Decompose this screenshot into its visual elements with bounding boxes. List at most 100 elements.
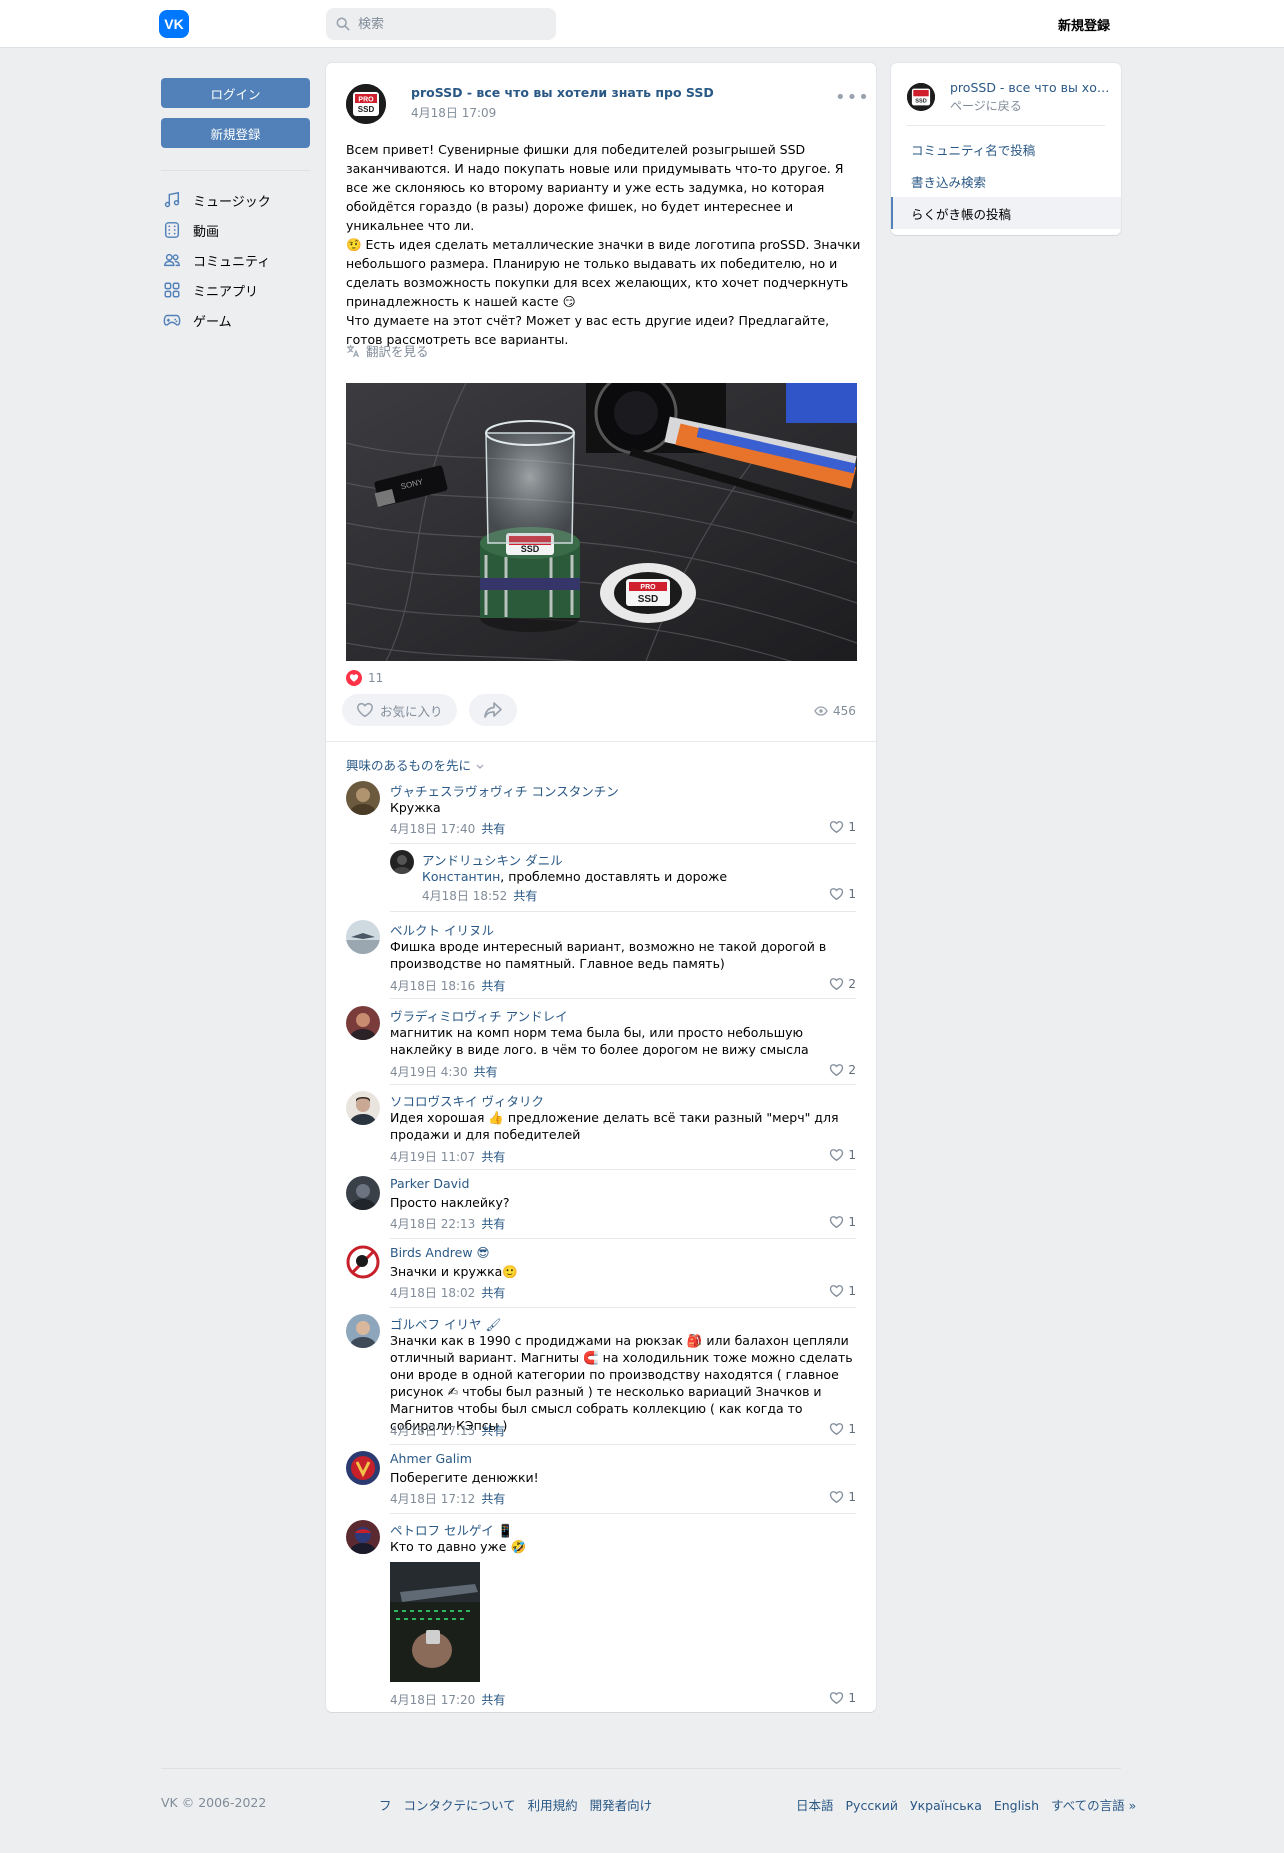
avatar[interactable] bbox=[346, 920, 380, 954]
comment-author-link[interactable]: ベルクト イリヌル bbox=[390, 920, 494, 939]
sidebar-item-label: ゲーム bbox=[193, 314, 232, 330]
avatar[interactable] bbox=[390, 850, 414, 874]
footer-link-terms[interactable]: 利用規約 bbox=[528, 1798, 578, 1813]
comment-like-button[interactable]: 1 bbox=[829, 887, 856, 901]
reply-link[interactable]: 共有 bbox=[481, 1150, 505, 1164]
header-register-link[interactable]: 新規登録 bbox=[1058, 15, 1110, 34]
comment-like-button[interactable]: 1 bbox=[829, 1422, 856, 1436]
reply-link[interactable]: 共有 bbox=[481, 822, 505, 836]
community-avatar[interactable]: SSD bbox=[907, 83, 935, 111]
comment-like-button[interactable]: 1 bbox=[829, 1215, 856, 1229]
likes-count: 11 bbox=[368, 671, 384, 685]
comment-date[interactable]: 4月18日 17:15 bbox=[390, 1424, 475, 1438]
avatar[interactable] bbox=[346, 781, 380, 815]
reply-link[interactable]: 共有 bbox=[481, 1693, 505, 1707]
mention-link[interactable]: Константин bbox=[422, 869, 500, 884]
language-link[interactable]: 日本語 bbox=[796, 1798, 834, 1813]
comment-date[interactable]: 4月18日 18:52 bbox=[422, 889, 507, 903]
comment-author-link[interactable]: ソコロヴスキイ ヴィタリク bbox=[390, 1091, 544, 1110]
likes-summary[interactable]: 11 bbox=[346, 670, 383, 686]
reply-link[interactable]: 共有 bbox=[474, 1065, 498, 1079]
comment-author-link[interactable]: アンドリュシキン ダニル bbox=[422, 850, 563, 869]
comment-photo[interactable] bbox=[390, 1562, 480, 1682]
comment-date[interactable]: 4月18日 17:12 bbox=[390, 1492, 475, 1506]
reply-link[interactable]: 共有 bbox=[481, 1424, 505, 1438]
all-languages-link[interactable]: すべての言語 » bbox=[1051, 1798, 1136, 1813]
login-button[interactable]: ログイン bbox=[161, 78, 310, 108]
avatar[interactable] bbox=[346, 1091, 380, 1125]
comment: ヴラディミロヴィチ アンドレイ магнитик на комп норм те… bbox=[346, 1006, 856, 1086]
left-sidebar: ログイン 新規登録 ミュージック 動画 コミュニティ ミニアプリ ゲーム bbox=[161, 78, 310, 335]
comment-date[interactable]: 4月18日 18:02 bbox=[390, 1286, 475, 1300]
more-options-icon[interactable]: ••• bbox=[835, 87, 870, 108]
comment-author-link[interactable]: ペトロフ セルゲイ 📱 bbox=[390, 1520, 513, 1539]
reply-link[interactable]: 共有 bbox=[481, 1286, 505, 1300]
favorite-button[interactable]: お気に入り bbox=[342, 694, 457, 726]
sidebar-item-games[interactable]: ゲーム bbox=[161, 305, 310, 335]
translate-icon bbox=[347, 344, 360, 357]
reply-link[interactable]: 共有 bbox=[481, 1217, 505, 1231]
sidebar-item-music[interactable]: ミュージック bbox=[161, 185, 310, 215]
comment-like-button[interactable]: 1 bbox=[829, 1691, 856, 1705]
sidebar-item-miniapps[interactable]: ミニアプリ bbox=[161, 275, 310, 305]
comment-author-link[interactable]: Birds Andrew 😎 bbox=[390, 1245, 490, 1260]
avatar[interactable] bbox=[346, 1451, 380, 1485]
sidebar-item-community[interactable]: コミュニティ bbox=[161, 245, 310, 275]
comment-likes-count: 1 bbox=[848, 1215, 856, 1229]
reply-link[interactable]: 共有 bbox=[513, 889, 537, 903]
comments-sort-dropdown[interactable]: 興味のあるものを先に bbox=[346, 755, 485, 774]
sidebar-item-video[interactable]: 動画 bbox=[161, 215, 310, 245]
comment-date[interactable]: 4月19日 11:07 bbox=[390, 1150, 475, 1164]
avatar[interactable] bbox=[346, 1176, 380, 1210]
share-button[interactable] bbox=[469, 694, 517, 726]
footer-link-developers[interactable]: 開発者向け bbox=[590, 1798, 653, 1813]
comment-like-button[interactable]: 2 bbox=[829, 977, 856, 991]
comment-date[interactable]: 4月19日 4:30 bbox=[390, 1065, 468, 1079]
avatar[interactable] bbox=[346, 1314, 380, 1348]
comment-text: Значки как в 1990 с продиджами на рюкзак… bbox=[390, 1333, 853, 1433]
vk-logo[interactable]: VK bbox=[159, 10, 189, 38]
language-link[interactable]: English bbox=[994, 1798, 1039, 1813]
post-date[interactable]: 4月18日 17:09 bbox=[411, 104, 496, 121]
register-button[interactable]: 新規登録 bbox=[161, 118, 310, 148]
comment-date[interactable]: 4月18日 17:20 bbox=[390, 1693, 475, 1707]
comment-author-link[interactable]: ヴラディミロヴィチ アンドレイ bbox=[390, 1006, 568, 1025]
reply-link[interactable]: 共有 bbox=[481, 1492, 505, 1506]
back-to-page-link[interactable]: ページに戻る bbox=[950, 97, 1022, 114]
comment-meta: 4月19日 11:07 共有 bbox=[390, 1148, 505, 1165]
post-photo[interactable]: SONY SSD PRO SSD bbox=[346, 383, 857, 661]
comment-author-link[interactable]: ゴルベフ イリヤ 🖌 bbox=[390, 1314, 501, 1333]
community-avatar[interactable]: PRO SSD bbox=[346, 84, 386, 124]
post-author-link[interactable]: proSSD - все что вы хотели знать про SSD bbox=[411, 85, 714, 100]
comment-author-link[interactable]: ヴャチェスラヴォヴィチ コンスタンチン bbox=[390, 781, 619, 800]
nav-item-wall-post[interactable]: らくがき帳の投稿 bbox=[891, 197, 1121, 229]
footer-link[interactable]: フ bbox=[379, 1798, 392, 1813]
community-title-link[interactable]: proSSD - все что вы хотели знать про SSD bbox=[950, 80, 1110, 95]
comment-date[interactable]: 4月18日 18:16 bbox=[390, 979, 475, 993]
eye-icon bbox=[814, 706, 828, 716]
search-input[interactable] bbox=[358, 16, 538, 32]
translate-link[interactable]: 翻訳を見る bbox=[346, 341, 429, 360]
comment-like-button[interactable]: 1 bbox=[829, 820, 856, 834]
comment-like-button[interactable]: 1 bbox=[829, 1148, 856, 1162]
comment-like-button[interactable]: 1 bbox=[829, 1490, 856, 1504]
comment-like-button[interactable]: 1 bbox=[829, 1284, 856, 1298]
comment-like-button[interactable]: 2 bbox=[829, 1063, 856, 1077]
comment-divider bbox=[390, 1084, 856, 1085]
svg-text:PRO: PRO bbox=[358, 97, 374, 104]
avatar[interactable] bbox=[346, 1006, 380, 1040]
comment-likes-count: 1 bbox=[848, 1148, 856, 1162]
avatar[interactable] bbox=[346, 1245, 380, 1279]
nav-item-post-as-community[interactable]: コミュニティ名で投稿 bbox=[891, 133, 1121, 165]
comment-date[interactable]: 4月18日 22:13 bbox=[390, 1217, 475, 1231]
comment-author-link[interactable]: Parker David bbox=[390, 1176, 469, 1191]
footer-link-about[interactable]: コンタクテについて bbox=[404, 1798, 516, 1813]
language-link[interactable]: Русский bbox=[846, 1798, 898, 1813]
search-box[interactable] bbox=[326, 8, 556, 40]
comment-author-link[interactable]: Ahmer Galim bbox=[390, 1451, 472, 1466]
reply-link[interactable]: 共有 bbox=[481, 979, 505, 993]
language-link[interactable]: Українська bbox=[910, 1798, 982, 1813]
nav-item-post-search[interactable]: 書き込み検索 bbox=[891, 165, 1121, 197]
comment-date[interactable]: 4月18日 17:40 bbox=[390, 822, 475, 836]
avatar[interactable] bbox=[346, 1520, 380, 1554]
